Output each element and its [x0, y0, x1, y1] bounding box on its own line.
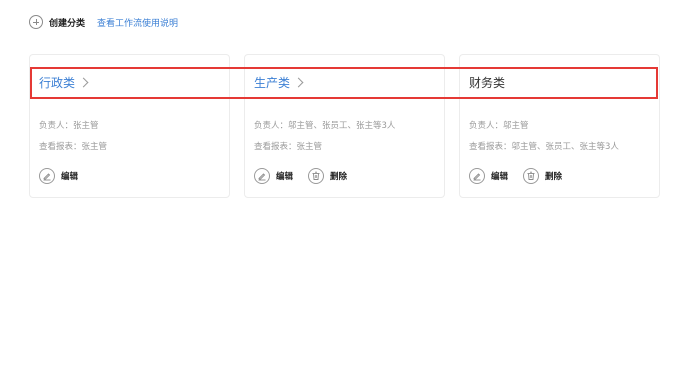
edit-icon — [254, 168, 270, 184]
card-actions: 编辑 — [39, 168, 93, 184]
toolbar: 创建分类 查看工作流使用说明 — [29, 13, 178, 31]
category-cards: 行政类 负责人：张主管 查看报表：张主管 编辑 生产类 负责人：邬主管、张员工、… — [29, 54, 660, 198]
card-actions: 编辑 删除 — [469, 168, 577, 184]
category-card: 行政类 负责人：张主管 查看报表：张主管 编辑 — [29, 54, 230, 198]
delete-button[interactable]: 删除 — [308, 168, 347, 184]
delete-label: 删除 — [545, 172, 563, 182]
category-card: 财务类 负责人：邬主管 查看报表：邬主管、张员工、张主等3人 编辑 删除 — [459, 54, 660, 198]
owner-info: 负责人：邬主管 — [469, 121, 529, 131]
category-title: 财务类 — [469, 76, 506, 90]
category-title-static: 财务类 — [469, 74, 505, 91]
trash-icon — [523, 168, 540, 184]
chevron-right-icon — [78, 77, 89, 88]
trash-icon — [308, 168, 325, 184]
workflow-help-link[interactable]: 查看工作流使用说明 — [97, 16, 178, 29]
create-category-button[interactable]: 创建分类 — [29, 15, 85, 29]
edit-button[interactable]: 编辑 — [254, 168, 293, 184]
delete-label: 删除 — [330, 172, 348, 182]
create-category-label: 创建分类 — [49, 18, 86, 29]
chevron-right-icon — [293, 77, 304, 88]
report-viewer-info: 查看报表：邬主管、张员工、张主等3人 — [469, 142, 619, 152]
edit-label: 编辑 — [61, 172, 79, 182]
edit-icon — [469, 168, 485, 184]
edit-label: 编辑 — [276, 172, 294, 182]
category-title: 生产类 — [254, 76, 291, 90]
category-title-link[interactable]: 生产类 — [254, 74, 304, 91]
edit-button[interactable]: 编辑 — [469, 168, 508, 184]
owner-info: 负责人：邬主管、张员工、张主等3人 — [254, 121, 396, 131]
category-card: 生产类 负责人：邬主管、张员工、张主等3人 查看报表：张主管 编辑 删除 — [244, 54, 445, 198]
edit-label: 编辑 — [491, 172, 509, 182]
edit-button[interactable]: 编辑 — [39, 168, 78, 184]
page: 创建分类 查看工作流使用说明 行政类 负责人：张主管 查看报表：张主管 编辑 生… — [0, 0, 697, 379]
report-viewer-info: 查看报表：张主管 — [254, 142, 323, 152]
category-title-link[interactable]: 行政类 — [39, 74, 89, 91]
edit-icon — [39, 168, 55, 184]
plus-circle-icon — [29, 15, 43, 29]
card-actions: 编辑 删除 — [254, 168, 362, 184]
category-title: 行政类 — [39, 76, 76, 90]
owner-info: 负责人：张主管 — [39, 121, 99, 131]
report-viewer-info: 查看报表：张主管 — [39, 142, 108, 152]
delete-button[interactable]: 删除 — [523, 168, 562, 184]
